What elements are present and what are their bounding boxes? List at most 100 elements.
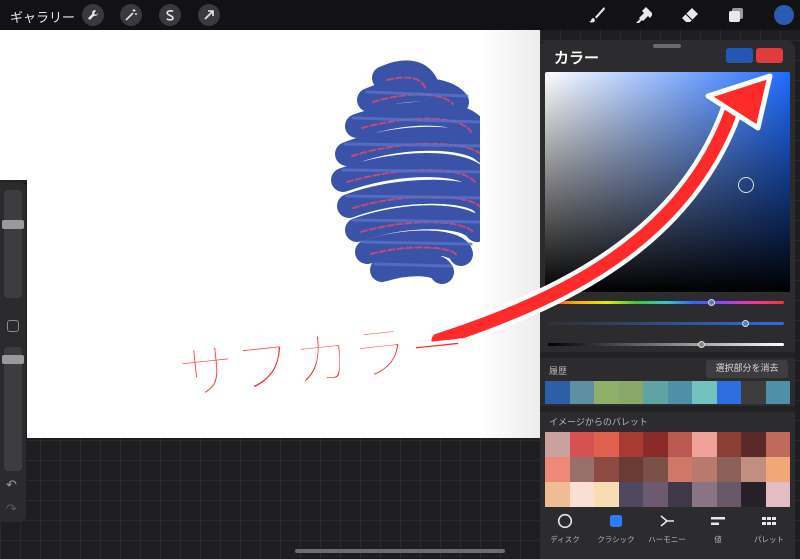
home-indicator xyxy=(295,549,505,553)
palette-swatch[interactable] xyxy=(716,482,741,507)
selection-s-icon[interactable] xyxy=(159,4,181,26)
palette-swatch[interactable] xyxy=(692,482,717,507)
palette-swatch[interactable] xyxy=(692,457,717,482)
history-swatch[interactable] xyxy=(716,381,741,404)
palette-swatch[interactable] xyxy=(765,432,790,457)
palette-swatch[interactable] xyxy=(667,457,692,482)
tab-palette[interactable]: パレット xyxy=(744,513,794,545)
modify-button[interactable] xyxy=(7,320,19,332)
value-sliders-icon xyxy=(711,517,725,525)
drawing-canvas[interactable] xyxy=(27,30,540,438)
tab-label: 値 xyxy=(714,535,722,544)
palette-swatch[interactable] xyxy=(618,432,643,457)
history-swatches xyxy=(545,381,790,404)
palette-swatch[interactable] xyxy=(667,432,692,457)
palette-swatch[interactable] xyxy=(569,482,594,507)
tab-value[interactable]: 値 xyxy=(693,513,743,545)
opacity-thumb[interactable] xyxy=(2,355,24,364)
saturation-knob[interactable] xyxy=(742,320,749,327)
current-color-swatch[interactable] xyxy=(774,5,794,25)
palette-swatch[interactable] xyxy=(716,432,741,457)
smudge-icon[interactable] xyxy=(633,5,653,25)
history-swatch[interactable] xyxy=(545,381,570,404)
tab-classic[interactable]: クラシック xyxy=(591,513,641,545)
divider xyxy=(540,406,795,412)
eraser-icon[interactable] xyxy=(680,5,700,25)
brush-icon[interactable] xyxy=(587,5,607,25)
tab-label: パレット xyxy=(754,535,784,544)
brightness-knob[interactable] xyxy=(698,341,705,348)
palette-swatch[interactable] xyxy=(643,457,668,482)
panel-title: カラー xyxy=(554,49,600,67)
palette-swatch[interactable] xyxy=(643,432,668,457)
canvas-shadow xyxy=(480,30,540,438)
palette-swatch[interactable] xyxy=(618,457,643,482)
palette-swatch[interactable] xyxy=(618,482,643,507)
palette-swatch[interactable] xyxy=(692,432,717,457)
history-swatch[interactable] xyxy=(618,381,643,404)
palette-swatch[interactable] xyxy=(545,432,570,457)
tab-harmony[interactable]: ハーモニー xyxy=(642,513,692,545)
palette-swatch[interactable] xyxy=(569,457,594,482)
palette-swatch[interactable] xyxy=(594,457,619,482)
history-swatch[interactable] xyxy=(765,381,790,404)
palette-swatch[interactable] xyxy=(765,482,790,507)
tab-disc[interactable]: ディスク xyxy=(540,513,590,545)
palette-swatch[interactable] xyxy=(741,482,766,507)
palette-swatch[interactable] xyxy=(594,482,619,507)
hue-knob[interactable] xyxy=(708,299,715,306)
history-swatch[interactable] xyxy=(692,381,717,404)
undo-icon[interactable]: ↶ xyxy=(6,478,17,493)
disc-icon xyxy=(557,513,573,529)
hue-slider[interactable] xyxy=(548,299,784,306)
color-mode-tabbar: ディスク クラシック ハーモニー 値 パレット xyxy=(540,508,795,559)
color-panel: カラー 履歴 選択部分を消去 イメージからのパレット ディスク クラシック ハー… xyxy=(540,40,795,559)
divider xyxy=(540,352,795,358)
saturation-slider[interactable] xyxy=(548,320,784,327)
history-swatch[interactable] xyxy=(643,381,668,404)
primary-color-swatch[interactable] xyxy=(726,48,753,63)
palette-swatch[interactable] xyxy=(741,432,766,457)
palette-swatch[interactable] xyxy=(545,482,570,507)
brightness-slider[interactable] xyxy=(548,341,784,348)
palette-grid-icon xyxy=(762,517,776,525)
brush-size-slider[interactable] xyxy=(2,190,24,298)
brush-size-thumb[interactable] xyxy=(2,220,24,229)
classic-square-icon xyxy=(610,515,622,527)
secondary-color-swatch[interactable] xyxy=(756,48,783,63)
opacity-slider[interactable] xyxy=(2,347,24,471)
wrench-icon[interactable] xyxy=(82,4,104,26)
history-label: 履歴 xyxy=(549,367,568,377)
palette-swatch[interactable] xyxy=(667,482,692,507)
palette-swatch[interactable] xyxy=(569,432,594,457)
color-picker-cursor[interactable] xyxy=(738,177,754,193)
redo-icon[interactable]: ↷ xyxy=(6,502,17,517)
palette-swatch[interactable] xyxy=(741,457,766,482)
top-toolbar: ギャラリー xyxy=(0,0,800,30)
harmony-icon xyxy=(660,515,674,527)
clear-selection-button[interactable]: 選択部分を消去 xyxy=(706,360,788,378)
tab-label: クラシック xyxy=(597,535,635,544)
saturation-brightness-square[interactable] xyxy=(545,72,790,292)
image-palette-grid xyxy=(545,432,790,507)
palette-swatch[interactable] xyxy=(594,432,619,457)
palette-swatch[interactable] xyxy=(545,457,570,482)
canvas-edge xyxy=(0,30,27,180)
history-swatch[interactable] xyxy=(741,381,766,404)
layers-icon[interactable] xyxy=(726,5,746,25)
palette-swatch[interactable] xyxy=(643,482,668,507)
arrow-cursor-icon[interactable] xyxy=(198,4,220,26)
palette-swatch[interactable] xyxy=(765,457,790,482)
history-swatch[interactable] xyxy=(594,381,619,404)
history-swatch[interactable] xyxy=(667,381,692,404)
magic-wand-icon[interactable] xyxy=(120,4,142,26)
procreate-screen: ギャラリー ↶ ↷ カラー 履歴 選択部分を消去 イメージからのパレット ディス… xyxy=(0,0,800,559)
palette-label: イメージからのパレット xyxy=(549,418,648,428)
history-swatch[interactable] xyxy=(569,381,594,404)
tab-label: ハーモニー xyxy=(648,535,686,544)
palette-swatch[interactable] xyxy=(716,457,741,482)
left-sidebar: ↶ ↷ xyxy=(0,182,26,522)
gallery-button[interactable]: ギャラリー xyxy=(10,7,75,26)
blue-scribble-stroke xyxy=(331,60,497,284)
panel-grabber[interactable] xyxy=(653,44,681,48)
